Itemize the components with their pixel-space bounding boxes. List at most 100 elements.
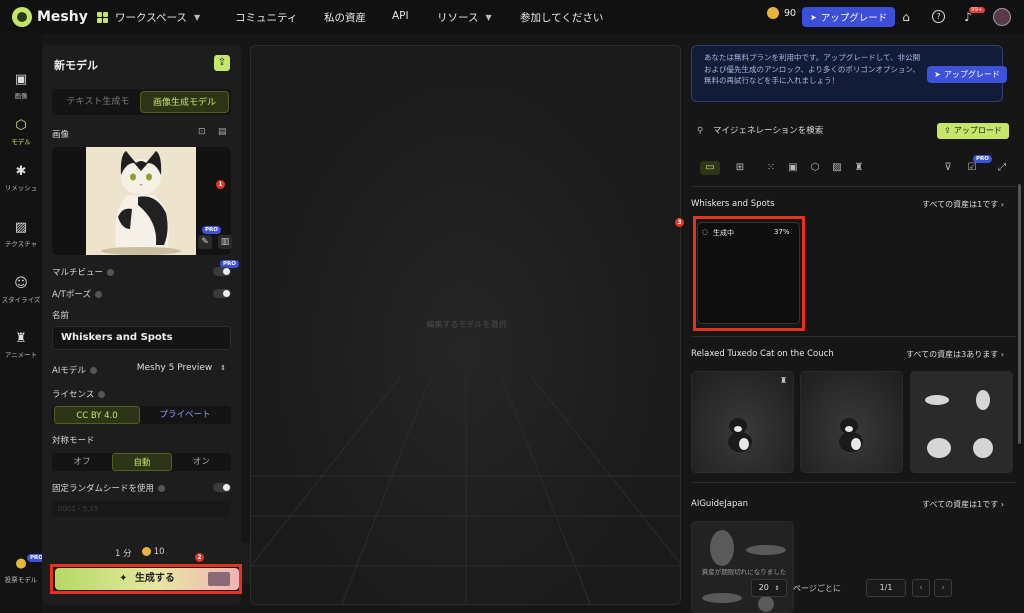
workspace-icon bbox=[97, 11, 109, 24]
group-title-aiguide: AIGuideJapan bbox=[691, 499, 748, 509]
nav-workspace-label: ワークスペース bbox=[115, 12, 187, 24]
scrollbar[interactable] bbox=[1018, 184, 1021, 444]
group-link-whiskers[interactable]: すべての資産は1です › bbox=[922, 199, 1004, 210]
nav-join[interactable]: 参加してください bbox=[520, 10, 603, 25]
page-indicator[interactable]: 1/1 bbox=[866, 579, 906, 597]
info-icon bbox=[107, 269, 115, 276]
expired-asset-card[interactable]: 資産が期限切れになりました bbox=[691, 521, 794, 613]
avatar[interactable] bbox=[993, 8, 1011, 26]
gift-icon[interactable]: ⌂ bbox=[899, 10, 913, 24]
sidebar-item-remesh[interactable]: ✱ リメッシュ bbox=[0, 164, 42, 192]
ai-model-select[interactable]: Meshy 5 Preview ⇕ bbox=[136, 359, 231, 377]
model-name-input[interactable]: Whiskers and Spots bbox=[52, 326, 231, 350]
new-model-panel: 新モデル ⇪ テキスト生成モ 画像生成モデル 画像 ⊡ ▤ PRO ✎ ▥ マル… bbox=[42, 45, 241, 605]
group-title-tuxedo: Relaxed Tuxedo Cat on the Couch bbox=[691, 349, 834, 359]
image-filter-icon[interactable]: ▣ bbox=[786, 161, 800, 175]
banner-upgrade-button[interactable]: ➤ アップグレード bbox=[927, 66, 1007, 83]
left-sidebar: ▣ 画像 ⬡ モデル ✱ リメッシュ ▨ テクスチャ ☺ スタイライズ ♜ アニ… bbox=[0, 34, 46, 613]
info-icon bbox=[158, 485, 166, 492]
license-option-ccby[interactable]: CC BY 4.0 bbox=[54, 406, 140, 424]
animate-filter-icon[interactable]: ♜ bbox=[852, 161, 866, 175]
asset-card-multi[interactable] bbox=[910, 371, 1013, 473]
annotation-marker-1: 1 bbox=[216, 180, 225, 189]
ai-model-text: AIモデル bbox=[52, 366, 86, 376]
trash-icon[interactable]: ▥ bbox=[218, 235, 232, 249]
multiview-toggle[interactable] bbox=[213, 267, 231, 276]
nav-api[interactable]: API bbox=[392, 10, 409, 22]
license-option-private[interactable]: プライベート bbox=[141, 406, 229, 424]
sidebar-item-animate[interactable]: ♜ アニメート bbox=[0, 331, 42, 359]
sidebar-item-image[interactable]: ▣ 画像 bbox=[0, 72, 42, 100]
upload-icon: ⇪ bbox=[944, 126, 951, 135]
symmetry-option-on[interactable]: オン bbox=[172, 453, 231, 471]
info-icon bbox=[89, 367, 97, 374]
cube-filter-icon[interactable]: ⬡ bbox=[808, 161, 822, 175]
white-cat-models bbox=[925, 390, 993, 458]
generation-search[interactable]: ⚲ マイジェネレーションを検索 bbox=[697, 124, 823, 136]
generations-panel: あなたは無料プランを利用中です。アップグレードして、非公開および優先生成のアンロ… bbox=[675, 34, 1024, 613]
sidebar-item-label: モデル bbox=[11, 138, 31, 146]
group-link-aiguide[interactable]: すべての資産は1です › bbox=[922, 499, 1004, 510]
next-page-button[interactable]: › bbox=[934, 579, 952, 597]
upload-button[interactable]: ⇪ アップロード bbox=[937, 123, 1009, 139]
annotation-marker-2: 2 bbox=[195, 553, 204, 562]
license-text: ライセンス bbox=[52, 390, 95, 400]
sidebar-item-model[interactable]: ⬡ モデル bbox=[0, 118, 42, 146]
atpose-text: A/Tポーズ bbox=[52, 290, 91, 300]
sidebar-item-label: スタイライズ bbox=[1, 296, 41, 304]
upload-icon[interactable]: ⇪ bbox=[214, 55, 230, 71]
grid-icon[interactable]: ⊞ bbox=[733, 161, 747, 175]
per-page-select[interactable]: 20 ⇕ bbox=[751, 579, 787, 597]
tab-image-to-model[interactable]: 画像生成モデル bbox=[140, 91, 229, 113]
rocket-icon: ➤ bbox=[810, 12, 817, 22]
credits[interactable]: 90 bbox=[767, 7, 796, 19]
help-icon[interactable]: ? bbox=[932, 10, 945, 23]
model-viewport[interactable]: 編集するモデルを選択 bbox=[250, 45, 681, 605]
animate-icon: ♜ bbox=[15, 331, 27, 346]
info-icon bbox=[98, 391, 106, 398]
notification-bell[interactable]: ♪ 99+ bbox=[961, 7, 985, 24]
viewport-hint: 編集するモデルを選択 bbox=[426, 320, 507, 329]
image-dropzone[interactable]: PRO ✎ ▥ bbox=[52, 147, 232, 255]
nav-community[interactable]: コミュニティ bbox=[235, 10, 297, 25]
eraser-icon[interactable]: ✎ bbox=[198, 235, 212, 249]
texture-filter-icon[interactable]: ▨ bbox=[830, 161, 844, 175]
upgrade-button[interactable]: ➤ アップグレード bbox=[802, 7, 896, 27]
license-label: ライセンス bbox=[52, 388, 106, 400]
nav-my-assets[interactable]: 私の資産 bbox=[324, 10, 366, 25]
asset-card[interactable]: ♜ bbox=[691, 371, 794, 473]
brand-logo[interactable]: Meshy bbox=[12, 7, 92, 27]
sidebar-item-texture[interactable]: ▨ テクスチャ bbox=[0, 220, 42, 248]
tab-text-to-model[interactable]: テキスト生成モ bbox=[54, 91, 142, 113]
cube-icon: ⬡ bbox=[15, 118, 27, 133]
divider bbox=[691, 482, 1016, 483]
symmetry-option-auto[interactable]: 自動 bbox=[112, 453, 172, 471]
prev-page-button[interactable]: ‹ bbox=[912, 579, 930, 597]
nav-resources-label: リソース bbox=[437, 12, 479, 24]
symmetry-option-off[interactable]: オフ bbox=[52, 453, 112, 471]
select-icon[interactable]: ☑ bbox=[965, 161, 979, 175]
sidebar-item-vote-model[interactable]: PRO ● 投票モデル bbox=[0, 554, 46, 584]
filter-toolbar: ▭ ⊞ ⁙ ▣ ⬡ ▨ ♜ ⊽ ☑ PRO ⤢ bbox=[691, 155, 1016, 177]
meshy-logo-icon bbox=[12, 7, 32, 27]
filter-icon[interactable]: ⊽ bbox=[941, 161, 955, 175]
symmetry-label: 対称モード bbox=[52, 436, 95, 446]
upgrade-banner: あなたは無料プランを利用中です。アップグレードして、非公開および優先生成のアンロ… bbox=[691, 45, 1007, 102]
dots-grid-icon[interactable]: ⁙ bbox=[764, 161, 778, 175]
atpose-toggle[interactable] bbox=[213, 289, 231, 298]
sidebar-item-stylize[interactable]: ☺ スタイライズ bbox=[0, 276, 42, 304]
banner-upgrade-label: アップグレード bbox=[943, 70, 1000, 79]
nav-workspace[interactable]: ワークスペース ▼ bbox=[97, 10, 200, 25]
divider bbox=[691, 336, 1016, 337]
seed-input[interactable]: 0001 - 5,15 bbox=[52, 501, 231, 517]
asset-card[interactable] bbox=[800, 371, 903, 473]
gallery-icon[interactable]: ▤ bbox=[218, 127, 227, 137]
seed-toggle[interactable] bbox=[213, 483, 231, 492]
upgrade-label: アップグレード bbox=[820, 13, 888, 24]
folder-icon[interactable]: ▭ bbox=[700, 161, 720, 175]
nav-resources[interactable]: リソース ▼ bbox=[437, 10, 492, 25]
expand-icon[interactable]: ⤢ bbox=[995, 161, 1009, 175]
multi-image-icon[interactable]: ⊡ bbox=[198, 127, 206, 137]
coin-icon bbox=[767, 7, 779, 19]
group-link-tuxedo[interactable]: すべての資産は3あります › bbox=[906, 349, 1004, 360]
